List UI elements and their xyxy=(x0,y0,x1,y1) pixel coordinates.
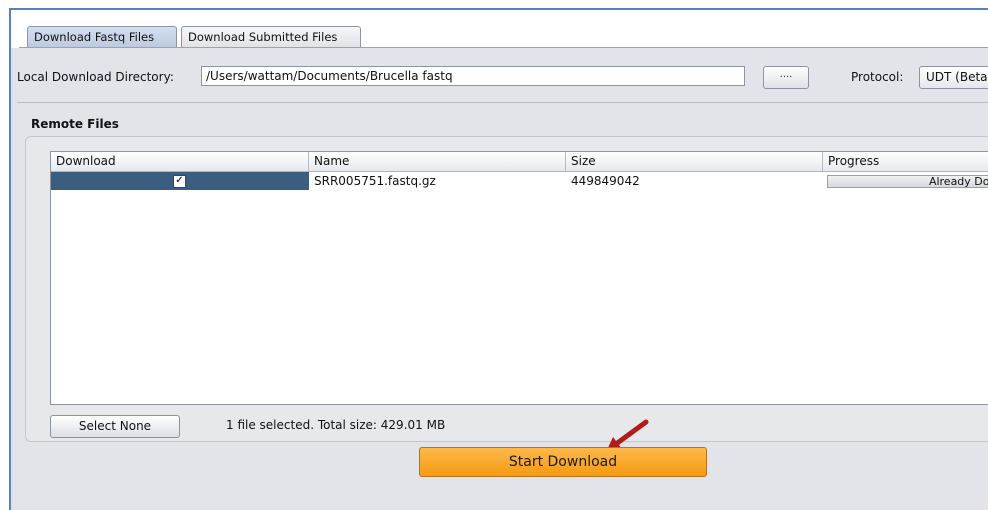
column-header-name[interactable]: Name xyxy=(309,152,566,171)
start-download-button[interactable]: Start Download xyxy=(419,447,707,477)
download-directory-row: Local Download Directory: .... Protocol:… xyxy=(11,66,988,90)
tab-download-fastq-files[interactable]: Download Fastq Files xyxy=(27,26,177,48)
column-header-progress[interactable]: Progress xyxy=(823,152,988,171)
file-name-cell: SRR005751.fastq.gz xyxy=(314,174,436,188)
protocol-select[interactable]: UDT (Beta xyxy=(919,66,988,89)
remote-files-panel: Download Name Size Progress ✓ SRR005751.… xyxy=(25,136,988,442)
download-directory-label: Local Download Directory: xyxy=(17,70,174,84)
remote-files-section: Remote Files Download Name Size Progress… xyxy=(25,110,988,442)
remote-files-title: Remote Files xyxy=(31,117,119,131)
browse-button[interactable]: .... xyxy=(763,66,809,89)
table-row[interactable]: ✓ SRR005751.fastq.gz 449849042 Already D… xyxy=(51,172,988,190)
protocol-label: Protocol: xyxy=(851,70,904,84)
select-none-button[interactable]: Select None xyxy=(50,415,180,438)
remote-files-table: Download Name Size Progress ✓ SRR005751.… xyxy=(50,151,988,405)
download-window: Download Fastq Files Download Submitted … xyxy=(9,8,988,510)
divider xyxy=(17,102,988,103)
download-cell[interactable]: ✓ xyxy=(51,172,309,190)
table-header: Download Name Size Progress xyxy=(51,152,988,172)
column-header-size[interactable]: Size xyxy=(566,152,823,171)
tab-download-submitted-files[interactable]: Download Submitted Files xyxy=(181,26,361,47)
download-progress-bar: Already Downloa xyxy=(827,175,988,188)
tab-bar: Download Fastq Files Download Submitted … xyxy=(11,10,988,48)
tab-divider xyxy=(19,47,988,48)
download-checkbox[interactable]: ✓ xyxy=(173,175,186,188)
column-header-download[interactable]: Download xyxy=(51,152,309,171)
download-directory-input[interactable] xyxy=(201,66,745,86)
selection-status: 1 file selected. Total size: 429.01 MB xyxy=(226,418,446,432)
file-size-cell: 449849042 xyxy=(571,174,640,188)
